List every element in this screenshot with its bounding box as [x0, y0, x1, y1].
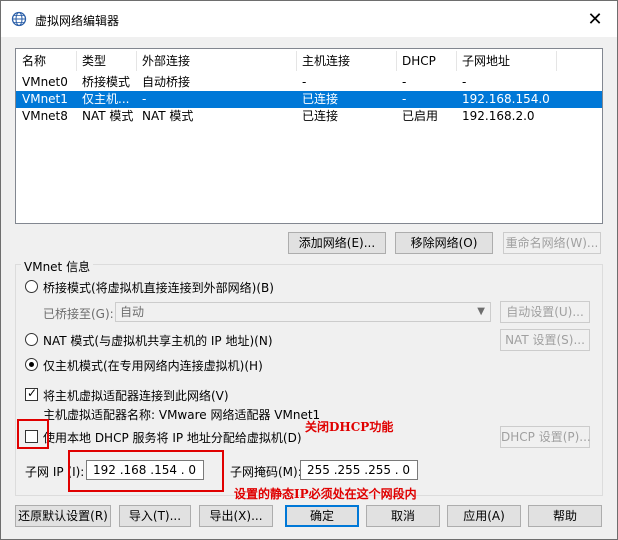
bridged-to-label: 已桥接至(G):	[43, 307, 114, 321]
table-row-vmnet0[interactable]: VMnet0 桥接模式 自动桥接 - - -	[16, 74, 602, 91]
header-name[interactable]: 名称	[16, 49, 76, 73]
title-bar: 虚拟网络编辑器 ✕	[1, 1, 617, 37]
dhcp-label[interactable]: 使用本地 DHCP 服务将 IP 地址分配给虚拟机(D)	[43, 429, 302, 446]
subnet-mask-input[interactable]: 255 .255 .255 . 0	[300, 460, 418, 480]
header-external[interactable]: 外部连接	[136, 49, 296, 73]
close-icon[interactable]: ✕	[583, 7, 607, 31]
ok-button[interactable]: 确定	[285, 505, 359, 527]
virtual-network-editor-window: 虚拟网络编辑器 ✕ 名称 类型 外部连接 主机连接 DHCP 子网地址 VMne…	[0, 0, 618, 540]
import-button[interactable]: 导入(T)...	[119, 505, 191, 527]
dhcp-highlight-box	[17, 419, 49, 449]
network-globe-icon	[11, 11, 27, 27]
chevron-down-icon: ▼	[477, 306, 485, 317]
network-list[interactable]: 名称 类型 外部连接 主机连接 DHCP 子网地址 VMnet0 桥接模式 自动…	[15, 48, 603, 224]
cell-subnet: 192.168.154.0	[462, 92, 550, 106]
cell-name: VMnet0	[22, 75, 68, 89]
adapter-name-text: 主机虚拟适配器名称: VMware 网络适配器 VMnet1	[43, 408, 321, 422]
bridged-mode-radio[interactable]	[25, 280, 38, 293]
cell-type: 桥接模式	[82, 75, 131, 89]
header-type[interactable]: 类型	[76, 49, 136, 73]
cell-external: -	[142, 92, 147, 106]
dhcp-settings-button[interactable]: DHCP 设置(P)...	[500, 426, 591, 448]
subnet-mask-label: 子网掩码(M):	[230, 465, 302, 479]
dhcp-off-annotation: 关闭DHCP功能	[305, 420, 394, 434]
header-host[interactable]: 主机连接	[296, 49, 396, 73]
add-network-button[interactable]: 添加网络(E)...	[288, 232, 386, 254]
header-dhcp[interactable]: DHCP	[396, 49, 456, 73]
bridged-to-value: 自动	[120, 305, 145, 319]
vmnet-info-label: VMnet 信息	[21, 258, 94, 275]
bridged-to-select[interactable]: 自动 ▼	[115, 302, 491, 322]
cell-external: NAT 模式	[142, 109, 194, 123]
table-row-vmnet1[interactable]: VMnet1 仅主机... - 已连接 - 192.168.154.0	[16, 91, 602, 108]
cell-dhcp: 已启用	[402, 109, 439, 123]
export-button[interactable]: 导出(X)...	[199, 505, 273, 527]
cancel-button[interactable]: 取消	[366, 505, 440, 527]
auto-settings-button[interactable]: 自动设置(U)...	[500, 301, 590, 323]
header-subnet[interactable]: 子网地址	[456, 49, 556, 73]
subnet-ip-highlight-box	[68, 450, 224, 492]
static-ip-annotation: 设置的静态IP必须处在这个网段内	[234, 487, 417, 501]
restore-defaults-button[interactable]: 还原默认设置(R)	[15, 505, 111, 527]
cell-host: -	[302, 75, 307, 89]
remove-network-button[interactable]: 移除网络(O)	[395, 232, 493, 254]
connect-adapter-checkbox[interactable]	[25, 386, 38, 401]
cell-external: 自动桥接	[142, 75, 191, 89]
table-row-vmnet8[interactable]: VMnet8 NAT 模式 NAT 模式 已连接 已启用 192.168.2.0	[16, 108, 602, 125]
nat-mode-radio[interactable]	[25, 333, 38, 346]
cell-subnet: -	[462, 75, 467, 89]
connect-adapter-label[interactable]: 将主机虚拟适配器连接到此网络(V)	[43, 387, 229, 404]
cell-type: 仅主机...	[82, 92, 130, 106]
nat-mode-label[interactable]: NAT 模式(与虚拟机共享主机的 IP 地址)(N)	[43, 332, 273, 349]
window-title: 虚拟网络编辑器	[35, 14, 120, 28]
cell-dhcp: -	[402, 75, 407, 89]
host-only-mode-radio[interactable]	[25, 358, 38, 371]
apply-button[interactable]: 应用(A)	[447, 505, 521, 527]
nat-settings-button[interactable]: NAT 设置(S)...	[500, 329, 590, 351]
cell-host: 已连接	[302, 109, 339, 123]
cell-subnet: 192.168.2.0	[462, 109, 535, 123]
help-button[interactable]: 帮助	[528, 505, 602, 527]
bridged-mode-label[interactable]: 桥接模式(将虚拟机直接连接到外部网络)(B)	[43, 279, 274, 296]
cell-name: VMnet8	[22, 109, 68, 123]
rename-network-button[interactable]: 重命名网络(W)...	[503, 232, 601, 254]
host-only-mode-label[interactable]: 仅主机模式(在专用网络内连接虚拟机)(H)	[43, 357, 263, 374]
cell-dhcp: -	[402, 92, 407, 106]
cell-type: NAT 模式	[82, 109, 134, 123]
cell-host: 已连接	[302, 92, 339, 106]
list-header: 名称 类型 外部连接 主机连接 DHCP 子网地址	[16, 49, 602, 73]
cell-name: VMnet1	[22, 92, 68, 106]
